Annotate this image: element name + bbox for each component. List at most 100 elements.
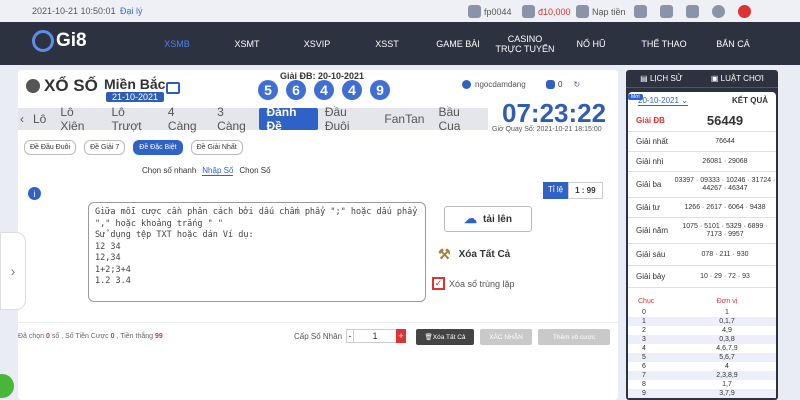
prize-value: 10 · 29 · 72 · 93	[700, 272, 750, 280]
power-icon	[712, 5, 725, 18]
mode-quick[interactable]: Chọn số nhanh	[142, 166, 196, 176]
history-link[interactable]: ▤ LỊCH SỬ	[640, 74, 682, 83]
prize-row: Giải năm 1075 · 5101 · 5329 · 6899 · 7173…	[628, 218, 776, 244]
player: ngocdamdang	[462, 80, 526, 89]
results-date-select[interactable]: 20-10-2021 ⌄	[638, 96, 688, 106]
subtab-de-giai-7[interactable]: Đề Giải 7	[84, 140, 126, 155]
loto-row: 4 4,6,7,9	[628, 344, 776, 353]
clear-all-button[interactable]: 🗑 Xóa Tất Cả	[416, 329, 474, 345]
refresh-icon[interactable]: ↻	[573, 80, 580, 89]
tab-lo-xien[interactable]: Lô Xiên	[53, 105, 104, 133]
donvi-label: Đơn vị	[716, 298, 738, 305]
deposit-item[interactable]: Nạp tiền	[576, 5, 626, 18]
special-prize-number: 56449	[706, 112, 744, 128]
tab-lo[interactable]: Lô	[26, 108, 53, 130]
game-tabs: ‹ Lô Lô Xiên Lô Trượt 4 Càng 3 Càng Đánh…	[18, 105, 488, 133]
logout-button[interactable]	[712, 5, 725, 18]
lottery-title-text: XỔ SỐ	[44, 76, 98, 95]
tab-lo-truot[interactable]: Lô Trượt	[104, 105, 160, 133]
upload-label: tải lên	[483, 213, 512, 225]
deposit-label: Nạp tiền	[592, 6, 626, 17]
agent-link[interactable]: Đại lý	[120, 6, 143, 16]
loto-head: 3	[642, 336, 646, 343]
results-card: 20-10-2021 ⌄ KẾT QUẢ Giải ĐB 56449 Giải n…	[628, 92, 776, 398]
exit-icon[interactable]	[166, 82, 180, 94]
tab-danh-de[interactable]: Đánh Đề	[259, 105, 318, 133]
subtab-de-dac-biet[interactable]: Đề Đặc Biệt	[133, 140, 183, 155]
history-label: LỊCH SỬ	[649, 74, 683, 83]
balance-item[interactable]: đ10,000	[522, 5, 571, 18]
logo[interactable]: Gi8	[32, 30, 87, 52]
prize-row: Giải nhất 76644	[628, 132, 776, 152]
user-item[interactable]: fp0044	[468, 5, 512, 18]
prize-value: 76644	[715, 137, 735, 145]
tab-fantan[interactable]: FanTan	[377, 108, 431, 130]
nav-xsvip[interactable]: XSVIP	[292, 22, 342, 65]
vip-button[interactable]	[634, 5, 647, 18]
loto-row: 1 0,1,7	[628, 317, 776, 326]
nav-xsst[interactable]: XSST	[362, 22, 412, 65]
result-ball: 6	[286, 80, 306, 100]
results-header: ▤ LỊCH SỬ ▣ LUẬT CHƠI	[626, 74, 778, 88]
mode-pick[interactable]: Chọn Số	[239, 166, 270, 176]
loto-head: 5	[642, 354, 646, 361]
prize-name: Giải bảy	[636, 272, 666, 281]
side-expand-handle[interactable]: ›	[0, 232, 26, 310]
win-amount: 99	[155, 333, 163, 340]
multiplier-value[interactable]: 1	[354, 329, 397, 343]
clear-all-link[interactable]: ⚒ Xóa Tất Cả	[438, 246, 510, 263]
settings-button[interactable]	[686, 5, 699, 18]
decrease-button[interactable]: -	[346, 329, 355, 343]
nav-xsmb[interactable]: XSMB	[152, 22, 202, 65]
nav-game-bai[interactable]: GAME BÀI	[430, 22, 486, 65]
logo-text: Gi8	[56, 30, 87, 51]
confirm-button[interactable]: XÁC NHẬN	[480, 329, 532, 345]
number-input-area[interactable]: Giữa mỗi cược cần phân cách bởi dấu chấm…	[88, 202, 426, 302]
lottery-icon	[26, 79, 40, 93]
flag-vn-icon	[738, 5, 751, 18]
tab-4-cang[interactable]: 4 Càng	[161, 105, 210, 133]
draw-date: 21-10-2021	[106, 92, 165, 102]
mode-input[interactable]: Nhập Số	[202, 166, 234, 176]
prize-value: 26081 · 29068	[702, 157, 748, 165]
history-icon: ▤	[640, 74, 650, 83]
tabs-prev-icon[interactable]: ‹	[18, 108, 26, 130]
remove-duplicates[interactable]: ✓ Xóa số trùng lặp	[432, 277, 515, 290]
confirm-button-label: XÁC NHẬN	[489, 333, 523, 341]
add-bet-button[interactable]: Thêm vô cược	[538, 329, 610, 345]
language-button[interactable]	[738, 5, 751, 18]
loto-row: 9 3,7,9	[628, 389, 776, 398]
summary-text: , Tiền thắng	[116, 333, 154, 340]
nav-xsmt[interactable]: XSMT	[222, 22, 272, 65]
info-icon[interactable]: i	[28, 187, 41, 200]
mail-button[interactable]	[660, 5, 673, 18]
prize-name: Giải ĐB	[636, 116, 665, 125]
prize-value: 03397 · 09333 · 10246 · 31724 · 44267 · …	[674, 176, 776, 192]
cart-count[interactable]: 0 ↻	[546, 80, 580, 89]
subtab-de-giai-nhat[interactable]: Đề Giải Nhất	[190, 140, 243, 155]
upload-button[interactable]: ☁ tải lên	[444, 206, 532, 232]
nav-no-hu[interactable]: NỔ HŨ	[566, 22, 616, 65]
loto-head: 1	[642, 318, 646, 325]
increase-button[interactable]: +	[396, 329, 407, 343]
nav-casino[interactable]: CASINO TRỰC TUYẾN	[494, 22, 556, 65]
loto-tail: 5,6,7	[719, 354, 735, 361]
result-ball: 9	[370, 80, 390, 100]
nav-ban-ca[interactable]: BẮN CÁ	[708, 22, 758, 65]
tab-dau-duoi[interactable]: Đầu Đuôi	[318, 105, 378, 133]
chevron-down-icon: ⌄	[681, 96, 688, 105]
tab-3-cang[interactable]: 3 Càng	[210, 105, 259, 133]
tab-bau-cua[interactable]: Bầu Cua	[431, 105, 488, 133]
checkbox-checked-icon[interactable]: ✓	[432, 277, 445, 290]
nav-the-thao[interactable]: THỂ THAO	[634, 22, 694, 65]
odds-ratio: Tỉ lệ 1 : 99	[543, 182, 603, 199]
subtab-de-dau-duoi[interactable]: Đề Đầu Đuôi	[24, 140, 77, 155]
prize-row: Giải nhì 26081 · 29068	[628, 152, 776, 172]
rules-link[interactable]: ▣ LUẬT CHƠI	[711, 74, 764, 83]
loto-tail: 4,6,7,9	[716, 345, 738, 352]
bet-amount: 0	[110, 333, 115, 340]
logo-g-icon	[32, 30, 54, 52]
loto-head: 4	[642, 345, 646, 352]
prize-name: Giải ba	[636, 180, 662, 189]
floating-ball-icon[interactable]	[0, 374, 14, 398]
